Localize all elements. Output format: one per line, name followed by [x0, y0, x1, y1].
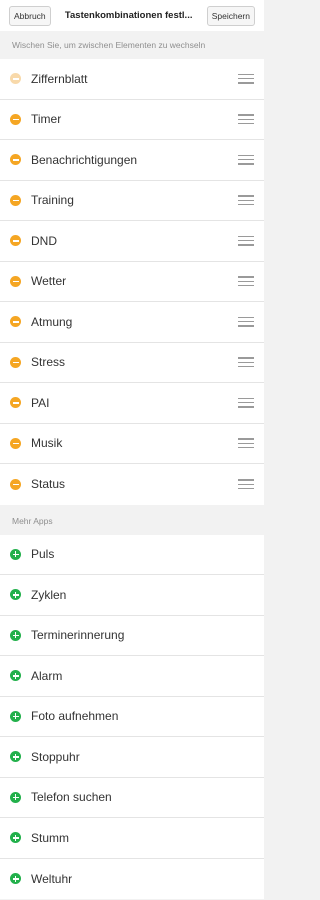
shortcut-label: DND	[31, 233, 57, 248]
more-app-label: Telefon suchen	[31, 790, 112, 805]
drag-handle-icon[interactable]	[238, 479, 254, 490]
remove-circle-icon[interactable]	[10, 356, 21, 368]
more-app-label: Stumm	[31, 830, 70, 845]
shortcut-row[interactable]: Wetter	[0, 262, 264, 302]
remove-circle-icon[interactable]	[10, 275, 21, 287]
shortcut-row[interactable]: Stress	[0, 343, 264, 383]
more-app-label: Weltuhr	[31, 871, 73, 886]
shortcut-row[interactable]: Training	[0, 181, 264, 221]
shortcut-row[interactable]: Benachrichtigungen	[0, 140, 264, 181]
remove-circle-icon[interactable]	[10, 194, 21, 206]
more-app-row[interactable]: Alarm	[0, 656, 264, 697]
save-button[interactable]: Speichern	[206, 5, 255, 26]
shortcut-row[interactable]: PAI	[0, 383, 264, 424]
shortcut-row[interactable]: Musik	[0, 424, 264, 464]
add-circle-icon[interactable]	[10, 548, 21, 560]
drag-handle-icon[interactable]	[238, 73, 254, 84]
add-circle-icon[interactable]	[10, 629, 21, 641]
shortcut-label: Stress	[31, 355, 66, 370]
more-app-row[interactable]: Puls	[0, 535, 264, 575]
shortcut-row[interactable]: Atmung	[0, 302, 264, 343]
remove-circle-icon[interactable]	[10, 316, 21, 328]
remove-circle-icon[interactable]	[10, 437, 21, 449]
add-circle-icon[interactable]	[10, 751, 21, 763]
drag-handle-icon[interactable]	[238, 357, 254, 368]
drag-handle-icon[interactable]	[238, 195, 254, 206]
more-app-label: Puls	[31, 547, 55, 562]
remove-circle-icon[interactable]	[10, 235, 21, 247]
more-app-label: Foto aufnehmen	[31, 709, 119, 724]
shortcut-label: Training	[31, 193, 74, 208]
page-title: Tastenkombinationen festl...	[64, 10, 193, 21]
shortcut-row[interactable]: Timer	[0, 100, 264, 140]
remove-circle-icon	[10, 73, 21, 85]
more-app-label: Stoppuhr	[31, 749, 80, 764]
shortcut-label: Benachrichtigungen	[31, 152, 138, 167]
shortcut-row[interactable]: Ziffernblatt	[0, 59, 264, 100]
more-app-label: Terminerinnerung	[31, 628, 125, 643]
remove-circle-icon[interactable]	[10, 154, 21, 166]
shortcut-label: Wetter	[31, 274, 67, 289]
shortcut-row[interactable]: DND	[0, 221, 264, 262]
active-shortcuts-list: Ziffernblatt Timer Benachrichtigungen Train…	[0, 59, 264, 505]
shortcut-label: Status	[31, 477, 66, 492]
add-circle-icon[interactable]	[10, 589, 21, 601]
more-app-row[interactable]: Stumm	[0, 818, 264, 859]
drag-handle-icon[interactable]	[238, 316, 254, 327]
remove-circle-icon[interactable]	[10, 478, 21, 490]
shortcut-row[interactable]: Status	[0, 464, 264, 505]
cancel-button[interactable]: Abbruch	[9, 5, 51, 26]
more-app-label: Alarm	[31, 668, 63, 683]
add-circle-icon[interactable]	[10, 873, 21, 885]
shortcut-label: Ziffernblatt	[31, 71, 88, 86]
shortcut-label: PAI	[31, 395, 50, 410]
more-app-row[interactable]: Weltuhr	[0, 859, 264, 900]
more-app-row[interactable]: Stoppuhr	[0, 737, 264, 778]
drag-handle-icon[interactable]	[238, 397, 254, 408]
more-app-row[interactable]: Telefon suchen	[0, 778, 264, 818]
more-apps-list: Puls Zyklen Terminerinnerung Alarm Foto aufn…	[0, 534, 264, 900]
more-app-row[interactable]: Zyklen	[0, 575, 264, 616]
shortcut-label: Timer	[31, 112, 62, 127]
drag-handle-icon[interactable]	[238, 154, 254, 165]
drag-handle-icon[interactable]	[238, 235, 254, 246]
drag-handle-icon[interactable]	[238, 114, 254, 125]
shortcut-label: Atmung	[31, 314, 73, 329]
remove-circle-icon[interactable]	[10, 397, 21, 409]
top-bar: Abbruch Tastenkombinationen festl... Spe…	[0, 0, 264, 31]
more-app-row[interactable]: Terminerinnerung	[0, 616, 264, 656]
drag-handle-icon[interactable]	[238, 438, 254, 449]
more-app-row[interactable]: Foto aufnehmen	[0, 697, 264, 737]
add-circle-icon[interactable]	[10, 670, 21, 682]
remove-circle-icon[interactable]	[10, 113, 21, 125]
more-apps-header: Mehr Apps	[0, 504, 264, 535]
add-circle-icon[interactable]	[10, 832, 21, 844]
add-circle-icon[interactable]	[10, 791, 21, 803]
swipe-hint: Wischen Sie, um zwischen Elementen zu we…	[0, 31, 264, 59]
shortcut-label: Musik	[31, 436, 63, 451]
add-circle-icon[interactable]	[10, 710, 21, 722]
drag-handle-icon[interactable]	[238, 276, 254, 287]
more-app-label: Zyklen	[31, 587, 67, 602]
